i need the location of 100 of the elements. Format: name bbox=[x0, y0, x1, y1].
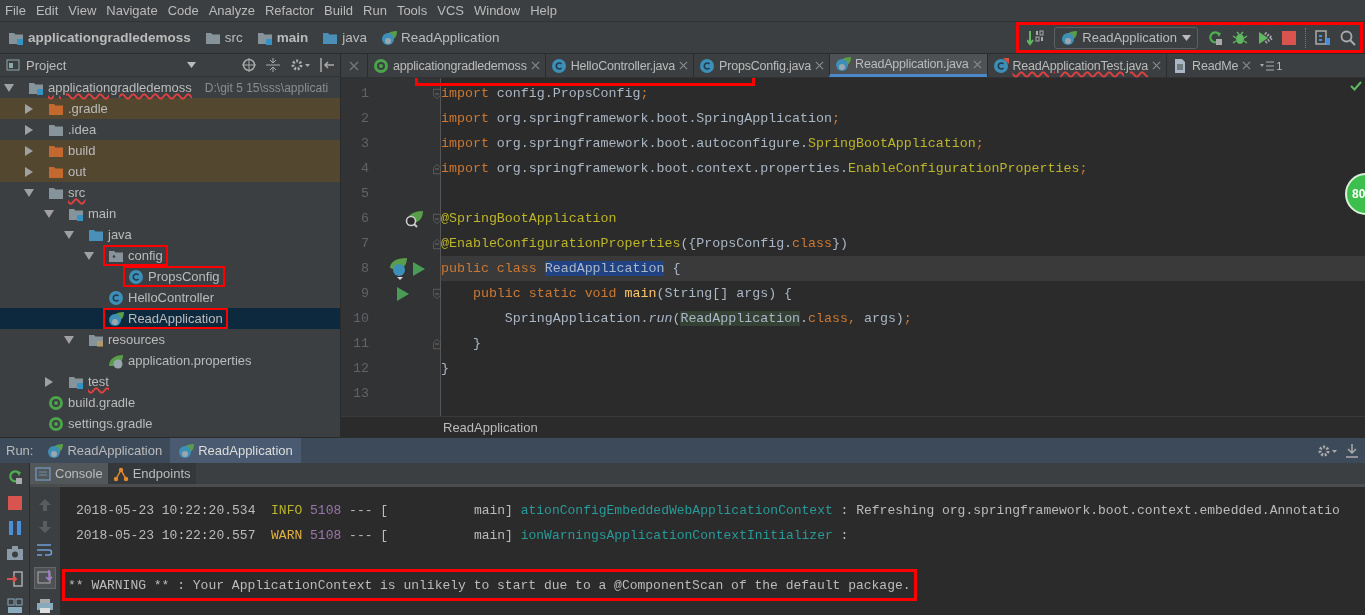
console-tab[interactable]: Endpoints bbox=[107, 463, 196, 484]
run-tab[interactable]: ReadApplication bbox=[170, 438, 301, 463]
rerun-icon[interactable] bbox=[1207, 29, 1223, 46]
tree-item[interactable]: src bbox=[0, 182, 340, 203]
breadcrumb[interactable]: applicationgradledemoss bbox=[8, 29, 205, 46]
tree-toggle-icon[interactable] bbox=[64, 229, 74, 240]
menu-item[interactable]: Navigate bbox=[101, 3, 163, 18]
breadcrumb[interactable]: java bbox=[322, 29, 382, 46]
tree-toggle-icon[interactable] bbox=[44, 376, 54, 387]
scroll-end-icon[interactable] bbox=[34, 567, 56, 589]
settings-icon[interactable] bbox=[1317, 443, 1337, 458]
menu-item[interactable]: Edit bbox=[30, 3, 64, 18]
tree-item[interactable]: config bbox=[0, 245, 340, 266]
menu-item[interactable]: Window bbox=[468, 3, 526, 18]
menu-item[interactable]: Tools bbox=[391, 3, 433, 18]
editor-tab[interactable]: ReadApplication.java bbox=[829, 54, 987, 77]
breadcrumb[interactable]: main bbox=[256, 29, 323, 46]
editor-tab[interactable]: HelloController.java bbox=[544, 54, 694, 77]
tree-item[interactable]: application.properties bbox=[0, 350, 340, 371]
tree-toggle-icon[interactable] bbox=[24, 145, 34, 156]
tree-item[interactable]: .gradle bbox=[0, 98, 340, 119]
tree-toggle-icon[interactable] bbox=[24, 166, 34, 177]
menu-item[interactable]: Build bbox=[319, 3, 358, 18]
close-icon[interactable] bbox=[1152, 61, 1162, 70]
tree-item[interactable]: build.gradle bbox=[0, 392, 340, 413]
fold-marker-icon[interactable] bbox=[433, 161, 441, 176]
tree-item[interactable]: HelloController bbox=[0, 287, 340, 308]
settings-icon[interactable] bbox=[290, 58, 310, 72]
tree-item[interactable]: .idea bbox=[0, 119, 340, 140]
sort-icon[interactable] bbox=[1027, 29, 1046, 46]
print-icon[interactable] bbox=[37, 599, 53, 613]
leaf-search-icon[interactable] bbox=[403, 209, 425, 228]
editor-breadcrumb[interactable]: ReadApplication bbox=[443, 419, 538, 435]
camera-icon[interactable] bbox=[6, 546, 23, 560]
layout-icon[interactable] bbox=[6, 598, 23, 614]
close-icon[interactable] bbox=[530, 61, 540, 70]
menu-item[interactable]: Help bbox=[525, 3, 562, 18]
exit-icon[interactable] bbox=[6, 571, 23, 587]
tree-item[interactable]: main bbox=[0, 203, 340, 224]
close-icon[interactable] bbox=[349, 60, 359, 71]
menu-item[interactable]: VCS bbox=[432, 3, 469, 18]
stop-icon[interactable] bbox=[1282, 30, 1296, 45]
editor-tab[interactable]: applicationgradledemoss bbox=[367, 54, 545, 77]
editor-tab[interactable]: ReadApplicationTest.java bbox=[986, 54, 1167, 77]
editor-tab[interactable]: ReadMe bbox=[1166, 54, 1257, 77]
run-icon[interactable] bbox=[413, 261, 425, 276]
menu-item[interactable]: Run bbox=[358, 3, 392, 18]
fold-marker-icon[interactable] bbox=[433, 286, 441, 301]
coverage-icon[interactable] bbox=[1257, 29, 1273, 46]
breadcrumb[interactable]: ReadApplication bbox=[381, 29, 514, 46]
fold-marker-icon[interactable] bbox=[433, 336, 441, 351]
menu-item[interactable]: Code bbox=[162, 3, 204, 18]
item-label: PropsConfig bbox=[148, 269, 220, 284]
structure-icon[interactable] bbox=[1315, 29, 1331, 46]
pause-icon[interactable] bbox=[8, 521, 21, 535]
tree-item[interactable]: build bbox=[0, 140, 340, 161]
menu-item[interactable]: Analyze bbox=[203, 3, 260, 18]
close-icon[interactable] bbox=[815, 61, 825, 70]
tree-toggle-icon[interactable] bbox=[4, 82, 14, 93]
tree-item[interactable]: out bbox=[0, 161, 340, 182]
tree-toggle-icon[interactable] bbox=[44, 208, 54, 219]
close-icon[interactable] bbox=[1242, 61, 1252, 70]
item-label: out bbox=[68, 164, 87, 179]
stop-icon[interactable] bbox=[7, 496, 22, 510]
menu-item[interactable]: Refactor bbox=[259, 3, 320, 18]
fold-marker-icon[interactable] bbox=[433, 211, 441, 226]
collapse-icon[interactable] bbox=[266, 58, 280, 72]
console-tab[interactable]: Console bbox=[30, 463, 108, 484]
tree-item[interactable]: test bbox=[0, 371, 340, 392]
rerun-icon[interactable] bbox=[6, 469, 23, 485]
run-configuration-dropdown[interactable]: ReadApplication bbox=[1054, 26, 1198, 49]
tree-toggle-icon[interactable] bbox=[24, 124, 34, 135]
tree-item[interactable]: applicationgradledemoss D:\git 5 15\sss\applicati bbox=[0, 77, 340, 98]
tree-item[interactable]: settings.gradle bbox=[0, 413, 340, 434]
search-icon[interactable] bbox=[1340, 29, 1356, 46]
menu-item[interactable]: File bbox=[0, 3, 31, 18]
leaf-class-icon[interactable] bbox=[389, 257, 409, 280]
tree-item[interactable]: PropsConfig bbox=[0, 266, 340, 287]
tree-item[interactable]: resources bbox=[0, 329, 340, 350]
fold-marker-icon[interactable] bbox=[433, 236, 441, 251]
tree-toggle-icon[interactable] bbox=[84, 250, 94, 261]
download-icon[interactable] bbox=[1345, 443, 1359, 458]
menu-item[interactable]: View bbox=[63, 3, 102, 18]
close-icon[interactable] bbox=[679, 61, 689, 70]
close-icon[interactable] bbox=[972, 59, 982, 69]
hide-panel-icon[interactable] bbox=[320, 58, 334, 72]
panel-title-dropdown[interactable]: Project bbox=[6, 57, 196, 73]
tree-item[interactable]: ReadApplication bbox=[0, 308, 340, 329]
run-icon[interactable] bbox=[397, 286, 409, 301]
run-tab[interactable]: ReadApplication bbox=[39, 438, 171, 463]
tree-toggle-icon[interactable] bbox=[64, 334, 74, 345]
tab-overflow-button[interactable]: 1 bbox=[1256, 54, 1287, 77]
wrap-icon[interactable] bbox=[37, 543, 53, 557]
tree-toggle-icon[interactable] bbox=[24, 187, 34, 198]
tree-item[interactable]: java bbox=[0, 224, 340, 245]
tree-toggle-icon[interactable] bbox=[24, 103, 34, 114]
breadcrumb[interactable]: src bbox=[204, 29, 257, 46]
fold-marker-icon[interactable] bbox=[433, 86, 441, 101]
target-icon[interactable] bbox=[242, 58, 256, 72]
bug-icon[interactable] bbox=[1232, 29, 1248, 46]
